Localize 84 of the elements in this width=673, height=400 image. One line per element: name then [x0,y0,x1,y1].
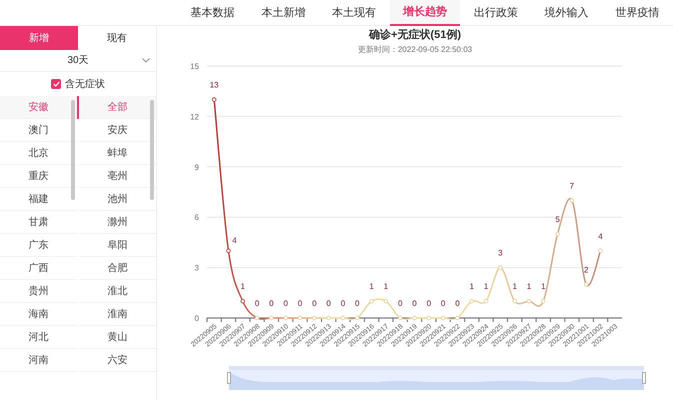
data-label: 0 [254,298,259,308]
data-point [540,298,545,303]
nav-tab[interactable]: 出行政策 [460,0,532,26]
data-label: 1 [383,282,388,291]
chevron-icon [142,58,150,63]
axis-label: 9 [194,162,198,172]
zoom-window[interactable] [228,370,644,390]
data-label: 0 [282,298,288,308]
nav-tab[interactable]: 基本数据 [177,0,248,26]
axis-label: 12 [190,112,198,121]
data-label: 1 [368,282,374,291]
nav-tab[interactable]: 增长趋势 [390,0,460,26]
data-label: 0 [454,298,460,308]
nav-tab[interactable]: 境外输入 [531,0,602,26]
data-point [554,231,560,236]
data-label: 2 [584,264,588,274]
data-point [584,282,588,286]
update-time: 更新时间：2022-09-05 22:50:03 [358,44,472,56]
data-label: 1 [512,282,516,291]
scrollbar[interactable] [71,100,75,200]
data-label: 1 [483,282,488,291]
mode-tab[interactable]: 新增 [0,26,78,50]
data-point [498,264,502,270]
data-label: 13 [209,80,218,90]
data-label: 1 [526,282,531,291]
data-point [254,315,259,320]
data-point [226,248,230,252]
data-label: 0 [397,298,402,308]
data-point [368,298,374,303]
check-icon [52,81,60,87]
data-point [526,298,531,303]
data-point [469,298,474,303]
data-label: 0 [412,298,416,308]
nav-tab[interactable]: 本土现有 [318,0,390,26]
data-point [483,298,488,303]
data-label: 5 [554,214,560,224]
scrollbar[interactable] [150,100,154,200]
data-label: 0 [354,298,359,308]
data-point [512,298,516,303]
data-label: 3 [498,248,502,258]
data-label: 4 [598,231,602,240]
axis-label: 6 [194,212,198,222]
data-point [412,315,416,320]
data-label: 0 [297,298,302,308]
data-point [326,315,330,320]
data-point [398,315,402,320]
axis-label: 0 [194,314,198,322]
list-item[interactable]: 安徽 [0,96,77,119]
data-point [268,315,274,320]
data-point [440,315,445,320]
slider-handle[interactable] [642,372,646,384]
data-label: 1 [469,282,474,291]
data-label: 0 [268,298,274,308]
data-point [569,198,574,202]
data-point [240,298,244,303]
range-dropdown[interactable]: 30天 [0,50,156,72]
checkbox-label: 含无症状 [65,78,105,92]
data-point [426,315,430,320]
data-point [283,315,288,320]
data-point [312,315,316,320]
list-item[interactable]: 全部 [79,96,156,119]
data-label: 0 [312,298,316,308]
data-point [454,315,460,320]
data-point [297,315,302,320]
nav-tab[interactable]: 本土新增 [248,0,319,26]
data-label: 0 [326,298,330,308]
data-point [354,315,359,320]
nav-tab[interactable]: 世界疫情 [602,0,673,26]
data-point [211,96,216,102]
checkbox[interactable] [51,79,61,89]
data-point [383,298,388,303]
axis-label: 15 [190,62,198,70]
data-label: 0 [440,298,445,308]
data-label: 1 [240,282,244,291]
data-label: 1 [540,282,546,291]
data-label: 7 [569,180,574,190]
data-label: 0 [340,298,345,308]
data-label: 4 [232,235,236,244]
data-point [598,248,602,252]
slider-handle[interactable] [226,372,230,384]
chart-title: 确诊+无症状(51例) [369,28,461,43]
data-label: 0 [426,298,431,308]
data-point [340,315,345,320]
axis-label: 3 [194,263,198,272]
